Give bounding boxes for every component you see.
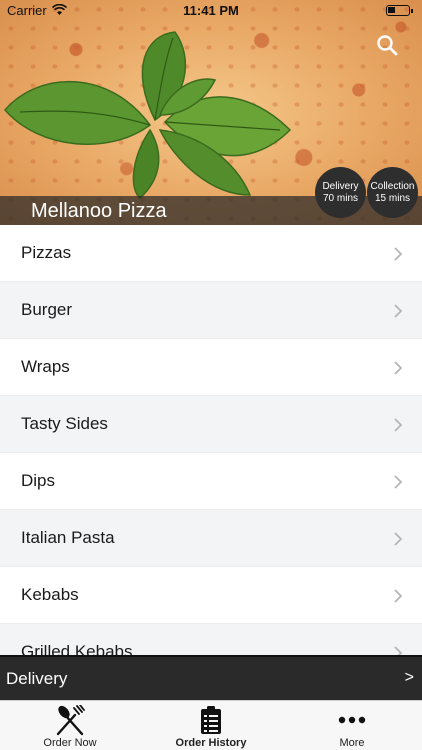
category-label: Dips <box>21 471 56 490</box>
more-dots-icon <box>338 716 366 724</box>
basil-leaves-image <box>4 31 292 199</box>
category-item-grilled-kebabs[interactable]: Grilled Kebabs <box>0 624 422 655</box>
chevron-right-icon <box>394 418 402 432</box>
fork-knife-icon <box>56 705 85 736</box>
delivery-badge-time: 70 mins <box>322 193 358 204</box>
category-label: Wraps <box>21 357 70 376</box>
chevron-right-icon <box>394 361 402 375</box>
category-item-dips[interactable]: Dips <box>0 453 422 510</box>
chevron-right-icon <box>394 646 402 655</box>
tab-order-now[interactable]: Order Now <box>0 701 140 750</box>
category-label: Grilled Kebabs <box>21 642 133 655</box>
tab-label: More <box>339 737 365 749</box>
chevron-right-icon <box>394 589 402 603</box>
restaurant-name: Mellanoo Pizza <box>31 200 167 222</box>
category-list: Pizzas Burger Wraps Tasty Sides Dips Ita… <box>0 225 422 655</box>
category-label: Pizzas <box>21 243 72 262</box>
search-icon[interactable] <box>376 34 398 56</box>
tab-bar: Order Now Order History More <box>0 700 422 750</box>
category-item-burger[interactable]: Burger <box>0 282 422 339</box>
status-time: 11:41 PM <box>183 3 239 18</box>
category-item-italian-pasta[interactable]: Italian Pasta <box>0 510 422 567</box>
category-item-tasty-sides[interactable]: Tasty Sides <box>0 396 422 453</box>
status-bar: Carrier 11:41 PM <box>0 0 422 22</box>
delivery-mode-bar[interactable]: Delivery > <box>0 655 422 700</box>
delivery-mode-label: Delivery <box>6 669 68 688</box>
delivery-arrow-icon: > <box>404 669 414 686</box>
clipboard-list-icon <box>201 706 221 734</box>
delivery-badge-label: Delivery <box>322 181 359 192</box>
tab-label: Order History <box>175 737 247 749</box>
delivery-time-badge: Delivery 70 mins <box>315 167 366 218</box>
collection-time-badge: Collection 15 mins <box>367 167 418 218</box>
chevron-right-icon <box>394 475 402 489</box>
category-label: Burger <box>21 300 73 319</box>
collection-badge-label: Collection <box>370 181 415 192</box>
category-label: Kebabs <box>21 585 79 604</box>
chevron-right-icon <box>394 247 402 261</box>
chevron-right-icon <box>394 532 402 546</box>
tab-more[interactable]: More <box>282 701 422 750</box>
category-label: Italian Pasta <box>21 528 115 547</box>
category-item-wraps[interactable]: Wraps <box>0 339 422 396</box>
chevron-right-icon <box>394 304 402 318</box>
tab-label: Order Now <box>43 737 97 749</box>
battery-icon <box>386 5 413 16</box>
category-item-pizzas[interactable]: Pizzas <box>0 225 422 282</box>
category-label: Tasty Sides <box>21 414 108 433</box>
tab-order-history[interactable]: Order History <box>141 701 281 750</box>
collection-badge-time: 15 mins <box>374 193 410 204</box>
category-item-kebabs[interactable]: Kebabs <box>0 567 422 624</box>
